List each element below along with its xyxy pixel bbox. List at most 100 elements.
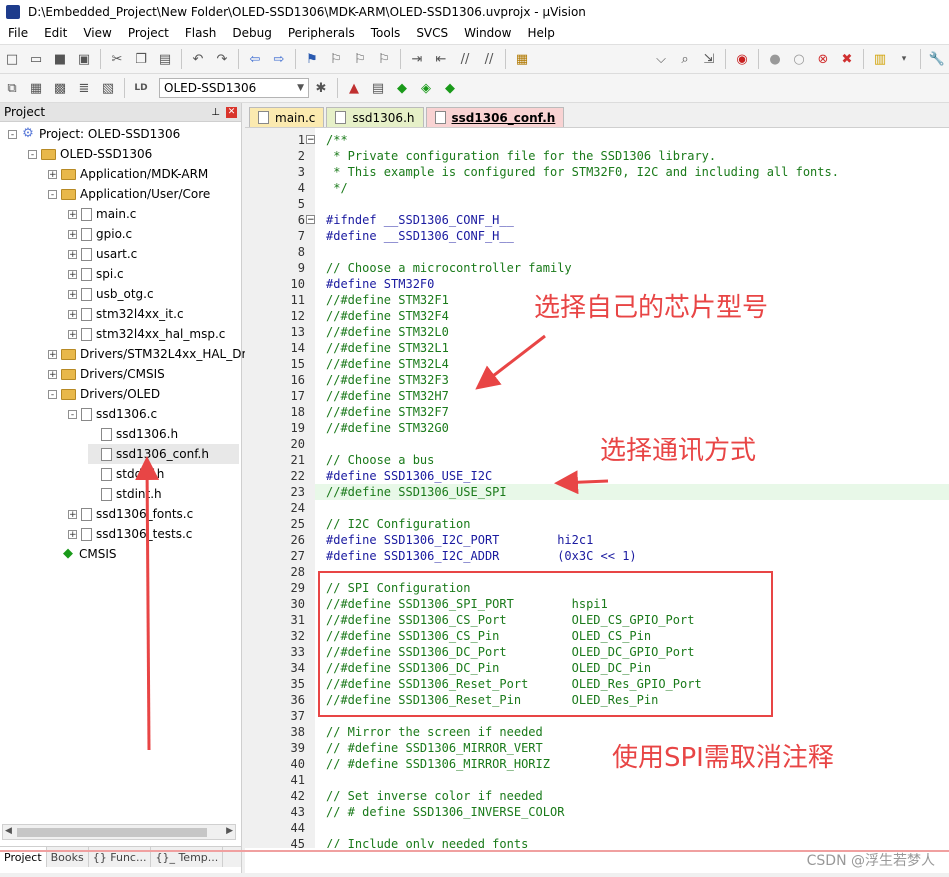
bookmark-icon[interactable]: ⚑ — [302, 49, 322, 69]
target-select[interactable]: OLED-SSD1306 ▼ — [159, 78, 309, 98]
indent-icon[interactable]: ⇥ — [407, 49, 427, 69]
tree-item[interactable]: + Drivers/CMSIS — [48, 364, 165, 384]
fold-icon[interactable]: − — [306, 215, 315, 225]
tree-item[interactable]: stdint.h — [88, 484, 162, 504]
code-line[interactable]: // #define SSD1306_MIRROR_HORIZ — [315, 756, 550, 772]
code-line[interactable]: // Set inverse color if needed — [315, 788, 543, 804]
expand-icon[interactable]: + — [68, 289, 77, 299]
tree-item[interactable]: - Application/User/Core — [48, 184, 210, 204]
build-icon[interactable]: ▦ — [26, 78, 46, 98]
tree-item[interactable]: + stm32l4xx_it.c — [68, 304, 184, 324]
download-load-icon[interactable]: LD — [131, 78, 151, 98]
expand-icon[interactable]: + — [68, 249, 77, 259]
horizontal-scrollbar[interactable]: ◀ ▶ — [2, 824, 236, 840]
breakpoint-enable-icon[interactable]: ○ — [789, 49, 809, 69]
close-icon[interactable]: ✕ — [226, 106, 237, 118]
rebuild-icon[interactable]: ▩ — [50, 78, 70, 98]
expand-icon[interactable]: + — [48, 369, 57, 379]
code-line[interactable]: //#define STM32L0 — [315, 324, 449, 340]
manage-rte-icon[interactable]: ◆ — [392, 78, 412, 98]
code-line[interactable] — [315, 500, 326, 516]
dropdown-chevron-icon[interactable]: ⌵ — [651, 49, 671, 69]
code-line[interactable]: #define __SSD1306_CONF_H__ — [315, 228, 514, 244]
tree-item[interactable]: stddef.h — [88, 464, 164, 484]
find-icon[interactable]: ⌕ — [675, 49, 695, 69]
file-tab[interactable]: ssd1306_conf.h — [425, 107, 565, 127]
code-line[interactable]: // Mirror the screen if needed — [315, 724, 543, 740]
expand-icon[interactable]: + — [68, 229, 77, 239]
comment-icon[interactable]: // — [455, 49, 475, 69]
menu-file[interactable]: File — [0, 23, 36, 44]
menu-view[interactable]: View — [75, 23, 119, 44]
cut-icon[interactable]: ✂ — [107, 49, 127, 69]
file-extensions-icon[interactable]: ▤ — [368, 78, 388, 98]
code-line[interactable]: // Choose a microcontroller family — [315, 260, 572, 276]
new-file-icon[interactable]: □ — [2, 49, 22, 69]
code-line[interactable]: /** — [315, 132, 348, 148]
save-all-icon[interactable]: ▣ — [74, 49, 94, 69]
navigate-forward-icon[interactable]: ⇨ — [269, 49, 289, 69]
next-bookmark-icon[interactable]: ⚐ — [350, 49, 370, 69]
code-line[interactable]: //#define STM32G0 — [315, 420, 449, 436]
expand-icon[interactable]: + — [48, 349, 57, 359]
breakpoint-kill-all-icon[interactable]: ✖ — [837, 49, 857, 69]
code-line[interactable]: #define SSD1306_USE_I2C — [315, 468, 492, 484]
tree-item[interactable]: + ssd1306_tests.c — [68, 524, 192, 544]
window-layout-icon[interactable]: ▥ — [870, 49, 890, 69]
menu-flash[interactable]: Flash — [177, 23, 224, 44]
file-tab[interactable]: ssd1306.h — [326, 107, 424, 127]
tree-item[interactable]: - OLED-SSD1306 — [28, 144, 152, 164]
undo-icon[interactable]: ↶ — [188, 49, 208, 69]
copy-icon[interactable]: ❐ — [131, 49, 151, 69]
scroll-right-icon[interactable]: ▶ — [226, 826, 233, 836]
save-icon[interactable]: ■ — [50, 49, 70, 69]
code-line[interactable]: #ifndef __SSD1306_CONF_H__ — [315, 212, 514, 228]
code-line[interactable] — [315, 772, 326, 788]
code-line[interactable]: */ — [315, 180, 347, 196]
tree-item[interactable]: + spi.c — [68, 264, 124, 284]
fold-icon[interactable]: − — [306, 135, 315, 145]
breakpoint-insert-icon[interactable]: ● — [765, 49, 785, 69]
tree-item[interactable]: + main.c — [68, 204, 136, 224]
menu-tools[interactable]: Tools — [363, 23, 409, 44]
target-options-icon[interactable]: ✱ — [311, 78, 331, 98]
pack-installer-icon[interactable]: ◆ — [440, 78, 460, 98]
tree-item[interactable]: + ssd1306_fonts.c — [68, 504, 193, 524]
redo-icon[interactable]: ↷ — [212, 49, 232, 69]
code-line[interactable]: //#define STM32F1 — [315, 292, 449, 308]
tree-item[interactable]: ◆ CMSIS — [48, 544, 117, 564]
batch-build-icon[interactable]: ≣ — [74, 78, 94, 98]
code-line[interactable]: #define SSD1306_I2C_ADDR (0x3C << 1) — [315, 548, 637, 564]
unindent-icon[interactable]: ⇤ — [431, 49, 451, 69]
code-line[interactable]: //#define STM32H7 — [315, 388, 449, 404]
menu-edit[interactable]: Edit — [36, 23, 75, 44]
collapse-icon[interactable]: - — [48, 389, 57, 399]
open-folder-icon[interactable]: ▭ — [26, 49, 46, 69]
breakpoint-disable-all-icon[interactable]: ⊗ — [813, 49, 833, 69]
tree-item[interactable]: + Drivers/STM32L4xx_HAL_Driv — [48, 344, 257, 364]
scroll-left-icon[interactable]: ◀ — [5, 826, 12, 836]
collapse-icon[interactable]: - — [68, 409, 77, 419]
translate-icon[interactable]: ⧉ — [2, 78, 22, 98]
collapse-icon[interactable]: - — [48, 189, 57, 199]
collapse-icon[interactable]: - — [28, 149, 37, 159]
code-line[interactable]: //#define STM32L1 — [315, 340, 449, 356]
tree-item[interactable]: - ssd1306.c — [68, 404, 157, 424]
expand-icon[interactable]: + — [68, 209, 77, 219]
code-line[interactable]: //#define STM32F3 — [315, 372, 449, 388]
code-line[interactable]: //#define STM32L4 — [315, 356, 449, 372]
code-line[interactable] — [315, 436, 326, 452]
code-line[interactable] — [315, 820, 326, 836]
tree-item[interactable]: + usb_otg.c — [68, 284, 154, 304]
debug-start-icon[interactable]: ◉ — [732, 49, 752, 69]
code-line[interactable]: //#define STM32F7 — [315, 404, 449, 420]
tree-item[interactable]: + gpio.c — [68, 224, 132, 244]
code-line[interactable] — [315, 196, 326, 212]
code-line[interactable]: // I2C Configuration — [315, 516, 471, 532]
expand-icon[interactable]: + — [68, 329, 77, 339]
menu-window[interactable]: Window — [456, 23, 519, 44]
paste-icon[interactable]: ▤ — [155, 49, 175, 69]
menu-debug[interactable]: Debug — [224, 23, 279, 44]
menu-svcs[interactable]: SVCS — [408, 23, 456, 44]
expand-icon[interactable]: + — [68, 269, 77, 279]
